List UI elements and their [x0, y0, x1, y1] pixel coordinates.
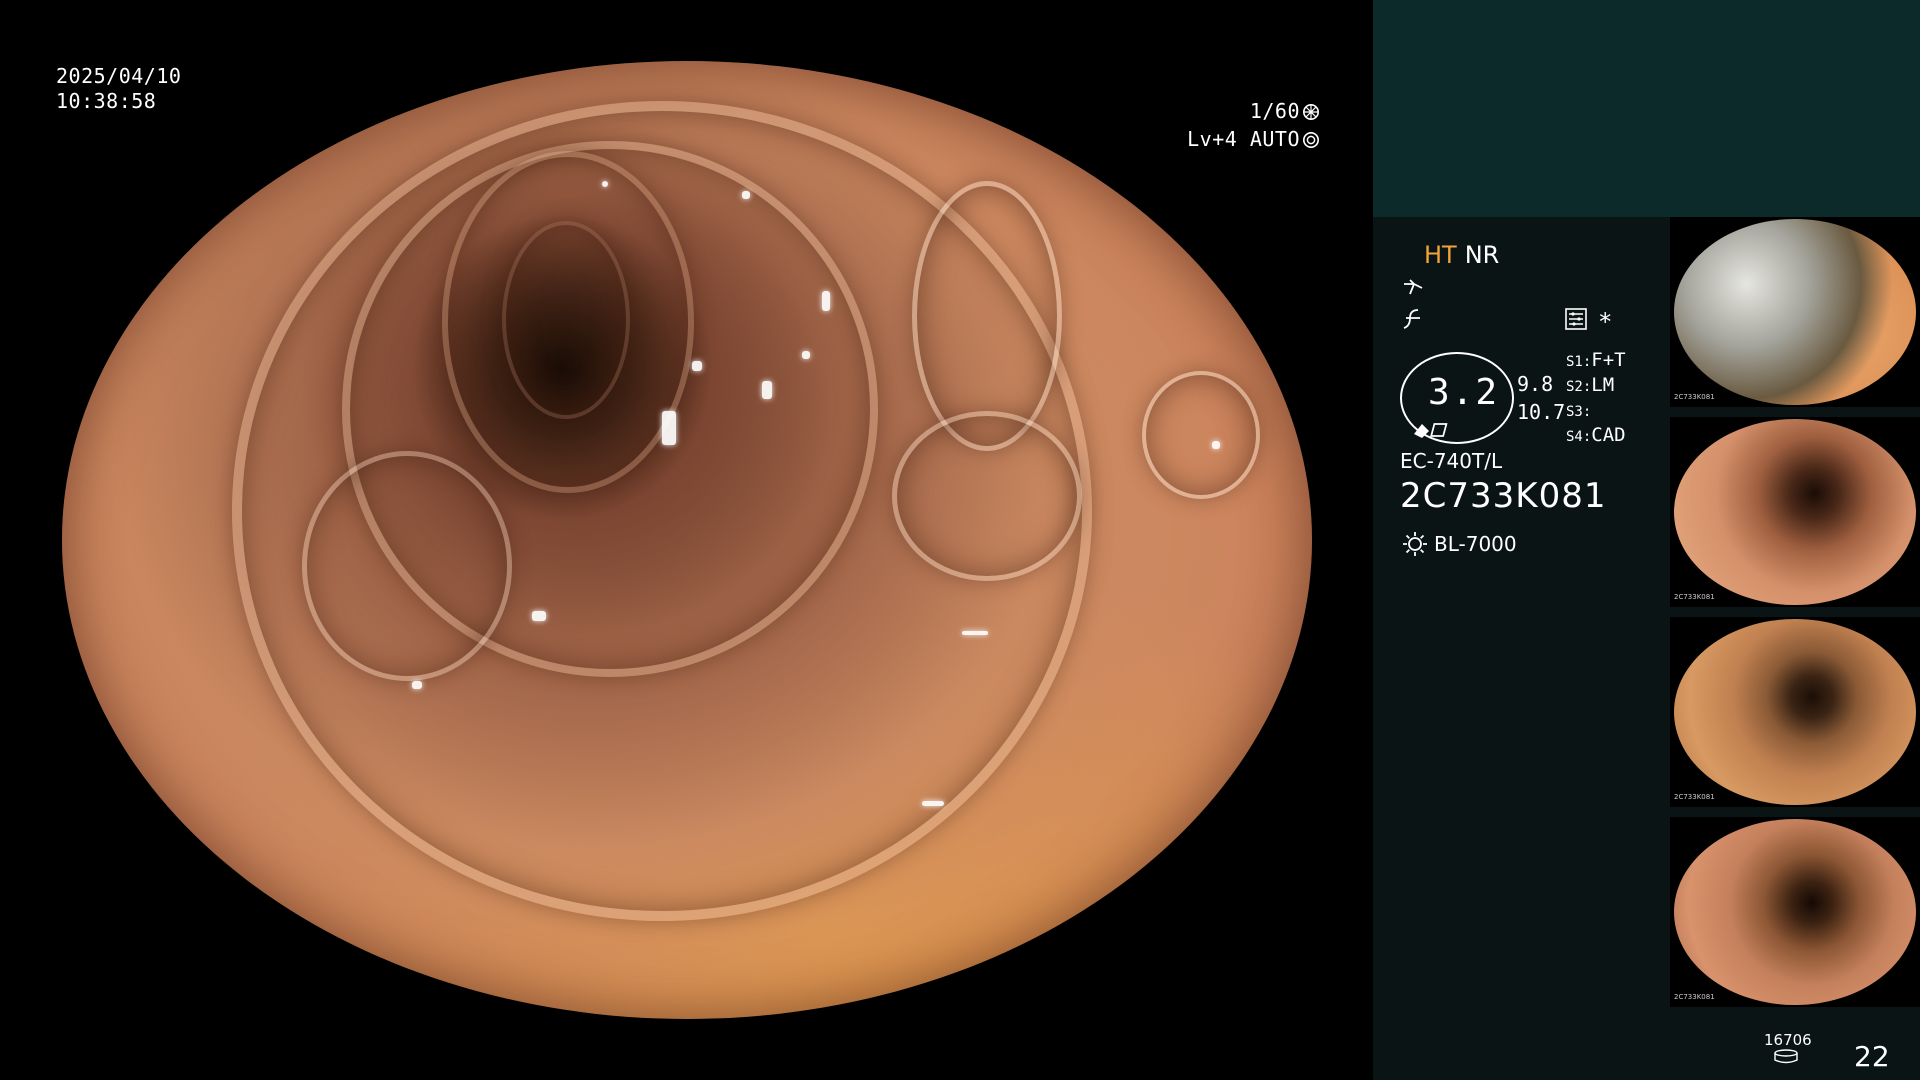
iris-icon	[1302, 131, 1320, 149]
light-source-label: BL-7000	[1434, 532, 1517, 556]
mode-ht: HT	[1424, 241, 1457, 269]
specular-highlight	[692, 361, 702, 371]
bubble	[1142, 371, 1260, 499]
capture-date: 2025/04/10	[56, 64, 182, 88]
specular-highlight	[822, 291, 830, 311]
capture-counter: 16706	[1764, 1031, 1812, 1069]
bubble	[302, 451, 512, 681]
capture-thumbnail[interactable]: 2C733K081 21	[1670, 217, 1920, 407]
thumbnail-image	[1674, 419, 1916, 605]
specular-highlight	[662, 411, 676, 445]
switch-slot-3: S3:	[1566, 404, 1592, 420]
specular-highlight	[802, 351, 810, 359]
storage-icon	[1774, 1049, 1798, 1064]
specular-highlight	[922, 801, 944, 806]
specular-highlight	[412, 681, 422, 689]
endoscope-main-view: 2025/04/10 10:38:58 1/60 Lv+4 AUTO	[0, 0, 1373, 1080]
enhancement-mode: HT NR	[1424, 241, 1499, 269]
brightness-level: Lv+4	[1187, 127, 1238, 151]
panel-header-area	[1373, 0, 1920, 217]
iris-mode: AUTO	[1249, 127, 1300, 151]
settings-list-icon	[1565, 308, 1587, 330]
light-source-icon	[1403, 532, 1427, 556]
light-source: BL-7000	[1402, 531, 1517, 557]
thumbnail-image	[1674, 819, 1916, 1005]
color-enhance-icon	[1403, 309, 1420, 329]
specular-highlight	[762, 381, 772, 399]
capture-time: 10:38:58	[56, 89, 157, 113]
specular-highlight	[962, 631, 988, 635]
switch-slot-4: S4:CAD	[1566, 424, 1626, 446]
structure-enhance-icon	[1404, 279, 1423, 295]
endoscopic-image	[62, 61, 1312, 1019]
brightness-readout: Lv+4 AUTO	[1150, 126, 1320, 152]
capture-thumbnail[interactable]: 2C733K081	[1670, 617, 1920, 807]
magnification-b: 10.7	[1517, 400, 1566, 424]
shutter-readout: 1/60	[1190, 98, 1320, 124]
magnification-a: 9.8	[1517, 372, 1554, 396]
asterisk-indicator: *	[1598, 308, 1613, 336]
magnification-value: 3.2	[1428, 372, 1500, 413]
lumen-fold	[502, 221, 630, 419]
specular-highlight	[532, 611, 546, 621]
specular-highlight	[742, 191, 750, 199]
thumbnail-image	[1674, 619, 1916, 805]
scope-serial: 2C733K081	[1400, 476, 1607, 516]
specular-highlight	[1212, 441, 1220, 449]
scope-model: EC-740T/L	[1400, 449, 1503, 473]
switch-slot-2: S2:LM	[1566, 374, 1615, 396]
zoom-indicator-icon	[1414, 423, 1448, 438]
frame-mask-top	[0, 0, 1373, 61]
frame-mask-bottom	[0, 1019, 1373, 1080]
frame-number: 22	[1854, 1040, 1890, 1073]
mode-nr: NR	[1464, 241, 1500, 269]
bubble	[892, 411, 1082, 581]
capture-count: 16706	[1764, 1031, 1812, 1049]
switch-slot-1: S1:F+T	[1566, 349, 1626, 371]
specular-highlight	[602, 181, 608, 187]
capture-thumbnail[interactable]: 2C733K081	[1670, 417, 1920, 607]
shutter-value: 1/60	[1249, 99, 1300, 123]
thumbnail-image	[1674, 219, 1916, 405]
capture-thumbnail[interactable]: 2C733K081	[1670, 817, 1920, 1007]
shutter-icon	[1302, 103, 1320, 121]
